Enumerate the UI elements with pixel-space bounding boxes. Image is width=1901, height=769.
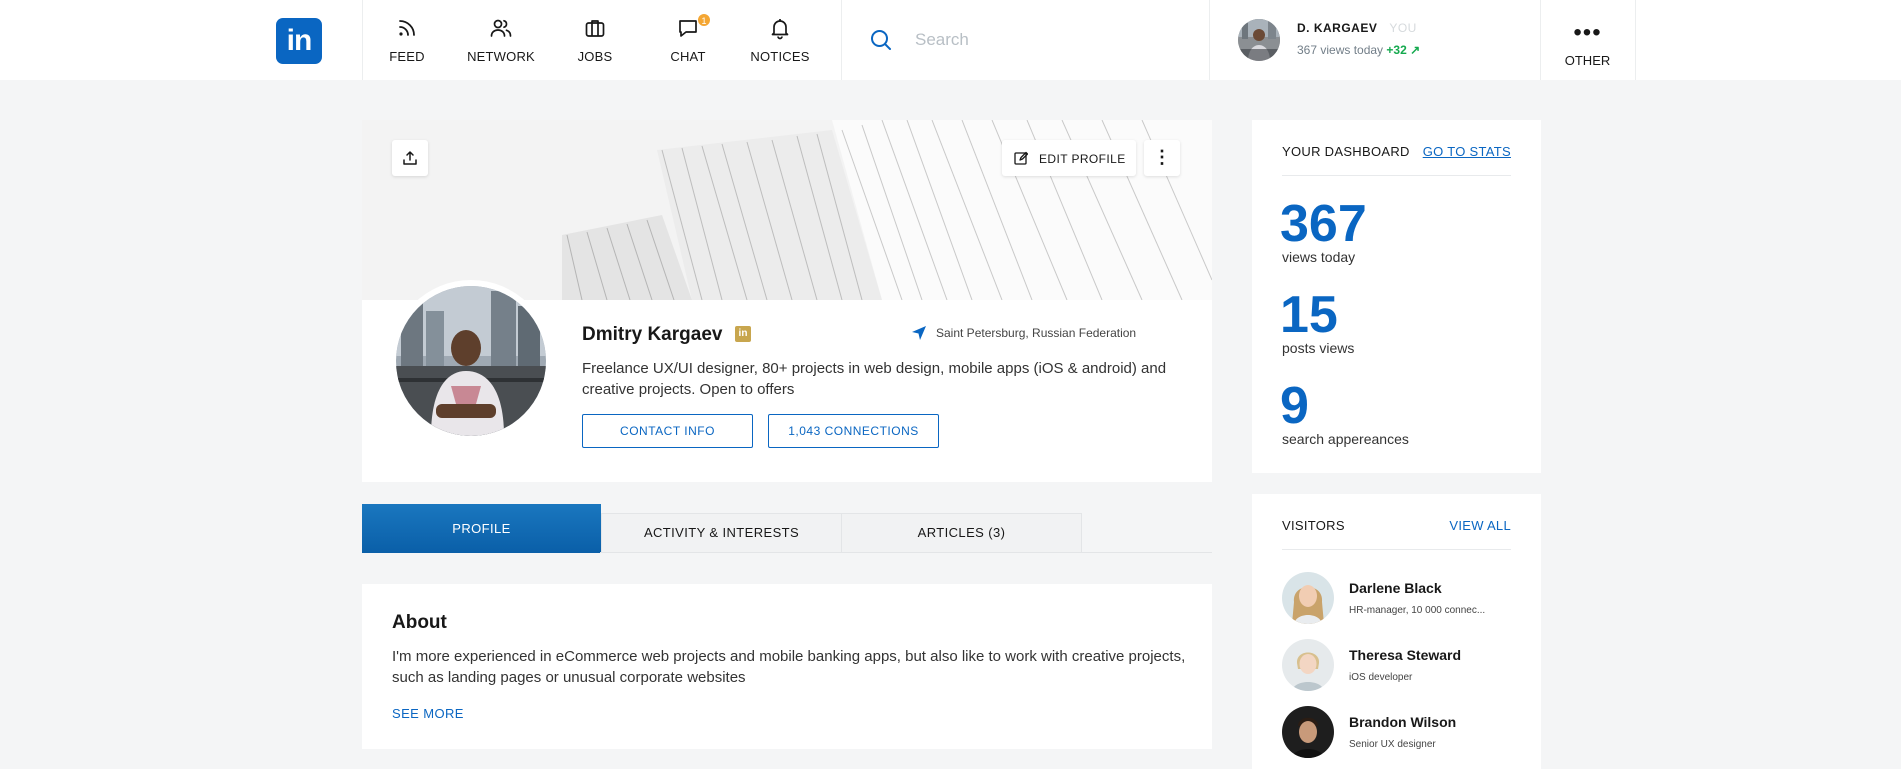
stat-views-today-value: 367: [1280, 195, 1367, 253]
dashboard-card: YOUR DASHBOARD GO TO STATS 367 views tod…: [1252, 120, 1541, 473]
network-icon: [490, 19, 512, 37]
profile-headline: Freelance UX/UI designer, 80+ projects i…: [582, 360, 1167, 398]
about-title: About: [392, 612, 447, 633]
visitor-avatar: [1282, 572, 1334, 624]
stat-views-today-label: views today: [1282, 249, 1356, 265]
nav-divider: [1635, 0, 1636, 80]
visitor-name: Darlene Black: [1349, 580, 1442, 596]
profile-avatar-frame: [390, 280, 552, 442]
profile-name: Dmitry Kargaev: [582, 324, 723, 345]
stat-posts-views-label: posts views: [1282, 340, 1355, 356]
linkedin-premium-badge: in: [735, 326, 751, 342]
nav-label-chat: CHAT: [670, 49, 706, 64]
visitor-item[interactable]: Brandon Wilson Senior UX designer: [1282, 706, 1522, 762]
dashboard-title: YOUR DASHBOARD: [1282, 144, 1410, 159]
visitors-card: VISITORS VIEW ALL Darlene Black HR-manag…: [1252, 494, 1541, 769]
see-more-link[interactable]: SEE MORE: [392, 706, 464, 721]
nav-item-chat[interactable]: 1 CHAT: [643, 0, 733, 80]
card-divider: [1282, 175, 1511, 176]
go-to-stats-link[interactable]: GO TO STATS: [1423, 144, 1511, 159]
tab-articles[interactable]: ARTICLES (3): [841, 513, 1082, 553]
connections-button[interactable]: 1,043 CONNECTIONS: [768, 414, 939, 448]
search-bar: [841, 0, 1209, 80]
tab-profile[interactable]: PROFILE: [362, 504, 601, 553]
stat-search-label: search appereances: [1282, 431, 1409, 447]
rss-icon: [399, 20, 415, 36]
nav-item-feed[interactable]: FEED: [362, 0, 452, 80]
nav-item-jobs[interactable]: JOBS: [550, 0, 640, 80]
more-options-button[interactable]: ⋮: [1144, 140, 1180, 176]
visitor-role: Senior UX designer: [1349, 739, 1436, 750]
card-divider: [1282, 549, 1511, 550]
views-text: 367 views today: [1297, 43, 1384, 57]
about-text: I'm more experienced in eCommerce web pr…: [392, 648, 1186, 686]
location-text: Saint Petersburg, Russian Federation: [936, 326, 1137, 340]
visitor-avatar: [1282, 639, 1334, 691]
visitor-item[interactable]: Darlene Black HR-manager, 10 000 connec.…: [1282, 572, 1522, 628]
contact-info-button[interactable]: CONTACT INFO: [582, 414, 753, 448]
search-input[interactable]: [915, 26, 1185, 54]
chat-notification-badge: 1: [697, 13, 711, 27]
user-name: D. KARGAEV YOU: [1297, 21, 1417, 35]
briefcase-icon: [585, 20, 605, 37]
you-label: YOU: [1389, 21, 1417, 35]
nav-label-network: NETWORK: [467, 49, 535, 64]
nav-item-network[interactable]: NETWORK: [456, 0, 546, 80]
nav-label-notices: NOTICES: [750, 49, 810, 64]
visitor-item[interactable]: Theresa Steward iOS developer: [1282, 639, 1522, 695]
profile-card: EDIT PROFILE ⋮ Dmitry Kargaev in Saint P…: [362, 120, 1212, 482]
edit-profile-label: EDIT PROFILE: [1039, 152, 1126, 166]
nav-label-jobs: JOBS: [577, 49, 613, 64]
stat-search-value: 9: [1280, 377, 1309, 435]
nav-item-other[interactable]: ••• OTHER: [1540, 0, 1635, 80]
nav-label-other: OTHER: [1564, 53, 1611, 68]
visitor-role: HR-manager, 10 000 connec...: [1349, 605, 1486, 616]
user-name-text: D. KARGAEV: [1297, 21, 1378, 35]
linkedin-logo[interactable]: in: [276, 18, 322, 64]
user-views-today: 367 views today +32 ↗: [1297, 43, 1420, 57]
visitor-avatar: [1282, 706, 1334, 758]
profile-location: Saint Petersburg, Russian Federation: [912, 326, 1137, 340]
bell-icon: [771, 19, 789, 40]
profile-avatar[interactable]: [396, 286, 546, 436]
stat-posts-views-value: 15: [1280, 286, 1338, 344]
visitor-name: Theresa Steward: [1349, 647, 1462, 663]
edit-profile-button[interactable]: EDIT PROFILE: [1002, 140, 1136, 176]
user-avatar: [1238, 19, 1280, 61]
about-card: About I'm more experienced in eCommerce …: [362, 584, 1212, 749]
views-delta: +32 ↗: [1386, 43, 1421, 57]
visitor-role: iOS developer: [1349, 672, 1413, 683]
pencil-icon: [1014, 151, 1028, 165]
visitors-title: VISITORS: [1282, 518, 1345, 533]
tabs-underline: [600, 552, 1212, 553]
upload-icon: [403, 151, 417, 165]
nav-label-feed: FEED: [389, 49, 425, 64]
visitor-name: Brandon Wilson: [1349, 714, 1457, 730]
current-user-menu[interactable]: D. KARGAEV YOU 367 views today +32 ↗: [1210, 0, 1540, 80]
more-dots-icon: •••: [1573, 19, 1602, 46]
nav-item-notices[interactable]: NOTICES: [735, 0, 825, 80]
tab-activity-interests[interactable]: ACTIVITY & INTERESTS: [601, 513, 842, 553]
location-arrow-icon: [912, 326, 926, 340]
top-navigation-bar: in FEED NETWORK JOBS 1 CHAT NOTICES Sear…: [0, 0, 1901, 80]
share-button[interactable]: [392, 140, 428, 176]
search-icon[interactable]: [869, 28, 893, 52]
view-all-link[interactable]: VIEW ALL: [1449, 518, 1511, 533]
